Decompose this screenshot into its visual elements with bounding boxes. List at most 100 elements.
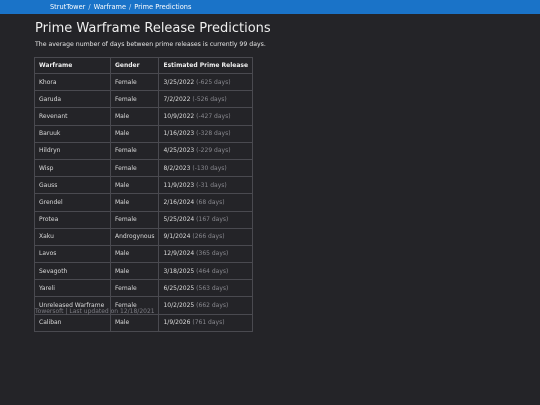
release-date: 1/9/2026 bbox=[163, 319, 191, 327]
days-offset: (-31 days) bbox=[196, 181, 227, 189]
breadcrumb: StrutTower / Warframe / Prime Predictions bbox=[50, 0, 191, 14]
cell-warframe-name: Hildryn bbox=[34, 141, 111, 160]
cell-warframe-name: Revenant bbox=[34, 107, 111, 126]
release-date: 5/25/2024 bbox=[163, 216, 195, 224]
table-row: Yareli Female 6/25/2025 (563 days) bbox=[34, 279, 254, 298]
cell-warframe-name: Sevagoth bbox=[34, 262, 111, 281]
release-date: 1/16/2023 bbox=[163, 130, 195, 138]
breadcrumb-separator: / bbox=[88, 3, 91, 11]
table-body: Khora Female 3/25/2022 (-625 days) Garuda Fe… bbox=[34, 72, 254, 332]
table-row: Wisp Female 8/2/2023 (-130 days) bbox=[34, 158, 254, 178]
days-offset: (-328 days) bbox=[196, 130, 231, 138]
cell-estimated-release: 10/2/2025 (662 days) bbox=[158, 296, 254, 315]
cell-gender: Male bbox=[109, 193, 160, 212]
days-offset: (167 days) bbox=[196, 216, 229, 224]
days-offset: (662 days) bbox=[196, 302, 229, 310]
column-header-warframe: Warframe bbox=[34, 57, 111, 74]
cell-estimated-release: 6/25/2025 (563 days) bbox=[158, 279, 254, 298]
cell-warframe-name: Xaku bbox=[34, 227, 111, 246]
release-date: 3/18/2025 bbox=[163, 267, 195, 275]
column-header-estimated-release: Estimated Prime Release bbox=[158, 57, 254, 74]
cell-gender: Male bbox=[109, 176, 160, 195]
column-header-gender: Gender bbox=[109, 57, 160, 74]
cell-estimated-release: 1/9/2026 (761 days) bbox=[158, 313, 254, 332]
release-date: 2/16/2024 bbox=[163, 198, 195, 206]
cell-warframe-name: Garuda bbox=[34, 90, 111, 109]
release-date: 6/25/2025 bbox=[163, 284, 195, 292]
table-row: Hildryn Female 4/25/2023 (-229 days) bbox=[34, 141, 254, 160]
release-date: 12/9/2024 bbox=[163, 250, 195, 258]
table-row: Protea Female 5/25/2024 (167 days) bbox=[34, 210, 254, 229]
prime-predictions-table: Warframe Gender Estimated Prime Release … bbox=[34, 57, 254, 332]
release-date: 3/25/2022 bbox=[163, 78, 195, 86]
cell-warframe-name: Baruuk bbox=[34, 124, 111, 143]
cell-warframe-name: Lavos bbox=[34, 244, 111, 264]
cell-warframe-name: Caliban bbox=[34, 313, 111, 332]
cell-warframe-name: Protea bbox=[34, 210, 111, 229]
breadcrumb-separator: / bbox=[129, 3, 132, 11]
cell-estimated-release: 3/18/2025 (464 days) bbox=[158, 262, 254, 281]
table-header-row: Warframe Gender Estimated Prime Release bbox=[34, 57, 254, 74]
cell-warframe-name: Wisp bbox=[34, 158, 111, 178]
days-offset: (-526 days) bbox=[192, 95, 227, 103]
cell-estimated-release: 3/25/2022 (-625 days) bbox=[158, 72, 254, 92]
table-row: Xaku Androgynous 9/1/2024 (266 days) bbox=[34, 227, 254, 246]
cell-estimated-release: 12/9/2024 (365 days) bbox=[158, 244, 254, 264]
cell-estimated-release: 11/9/2023 (-31 days) bbox=[158, 176, 254, 195]
cell-estimated-release: 9/1/2024 (266 days) bbox=[158, 227, 254, 246]
cell-gender: Male bbox=[109, 262, 160, 281]
table-row: Grendel Male 2/16/2024 (68 days) bbox=[34, 193, 254, 212]
release-date: 9/1/2024 bbox=[163, 233, 191, 241]
page-subtitle: The average number of days between prime… bbox=[35, 41, 266, 48]
table-row: Gauss Male 11/9/2023 (-31 days) bbox=[34, 176, 254, 195]
days-offset: (-625 days) bbox=[196, 78, 231, 86]
breadcrumb-struttower-link[interactable]: StrutTower bbox=[50, 3, 85, 11]
days-offset: (266 days) bbox=[192, 233, 225, 241]
table-row: Lavos Male 12/9/2024 (365 days) bbox=[34, 244, 254, 264]
table-row: Caliban Male 1/9/2026 (761 days) bbox=[34, 313, 254, 332]
breadcrumb-warframe-link[interactable]: Warframe bbox=[94, 3, 126, 11]
days-offset: (-130 days) bbox=[192, 164, 227, 172]
cell-warframe-name: Gauss bbox=[34, 176, 111, 195]
cell-estimated-release: 4/25/2023 (-229 days) bbox=[158, 141, 254, 160]
footer-text: Towersoft | Last updated on 12/18/2021 bbox=[35, 308, 155, 315]
top-navigation-bar: StrutTower / Warframe / Prime Predictions bbox=[0, 0, 540, 14]
table-row: Garuda Female 7/2/2022 (-526 days) bbox=[34, 90, 254, 109]
cell-gender: Female bbox=[109, 158, 160, 178]
table-row: Sevagoth Male 3/18/2025 (464 days) bbox=[34, 262, 254, 281]
cell-estimated-release: 1/16/2023 (-328 days) bbox=[158, 124, 254, 143]
cell-gender: Female bbox=[109, 210, 160, 229]
cell-warframe-name: Yareli bbox=[34, 279, 111, 298]
cell-gender: Female bbox=[109, 141, 160, 160]
cell-gender: Female bbox=[109, 90, 160, 109]
cell-gender: Male bbox=[109, 313, 160, 332]
cell-gender: Male bbox=[109, 107, 160, 126]
page-title: Prime Warframe Release Predictions bbox=[35, 21, 271, 36]
cell-estimated-release: 5/25/2024 (167 days) bbox=[158, 210, 254, 229]
release-date: 10/9/2022 bbox=[163, 112, 195, 120]
cell-gender: Androgynous bbox=[109, 227, 160, 246]
cell-estimated-release: 10/9/2022 (-427 days) bbox=[158, 107, 254, 126]
table-row: Khora Female 3/25/2022 (-625 days) bbox=[34, 72, 254, 92]
cell-warframe-name: Grendel bbox=[34, 193, 111, 212]
release-date: 10/2/2025 bbox=[163, 302, 195, 310]
release-date: 8/2/2023 bbox=[163, 164, 191, 172]
cell-estimated-release: 2/16/2024 (68 days) bbox=[158, 193, 254, 212]
cell-gender: Female bbox=[109, 72, 160, 92]
days-offset: (-427 days) bbox=[196, 112, 231, 120]
days-offset: (464 days) bbox=[196, 267, 229, 275]
release-date: 7/2/2022 bbox=[163, 95, 191, 103]
cell-gender: Male bbox=[109, 244, 160, 264]
cell-warframe-name: Khora bbox=[34, 72, 111, 92]
days-offset: (761 days) bbox=[192, 319, 225, 327]
days-offset: (365 days) bbox=[196, 250, 229, 258]
cell-gender: Male bbox=[109, 124, 160, 143]
cell-estimated-release: 8/2/2023 (-130 days) bbox=[158, 158, 254, 178]
days-offset: (-229 days) bbox=[196, 147, 231, 155]
release-date: 4/25/2023 bbox=[163, 147, 195, 155]
table-row: Revenant Male 10/9/2022 (-427 days) bbox=[34, 107, 254, 126]
cell-estimated-release: 7/2/2022 (-526 days) bbox=[158, 90, 254, 109]
days-offset: (563 days) bbox=[196, 284, 229, 292]
days-offset: (68 days) bbox=[196, 198, 225, 206]
cell-gender: Female bbox=[109, 279, 160, 298]
